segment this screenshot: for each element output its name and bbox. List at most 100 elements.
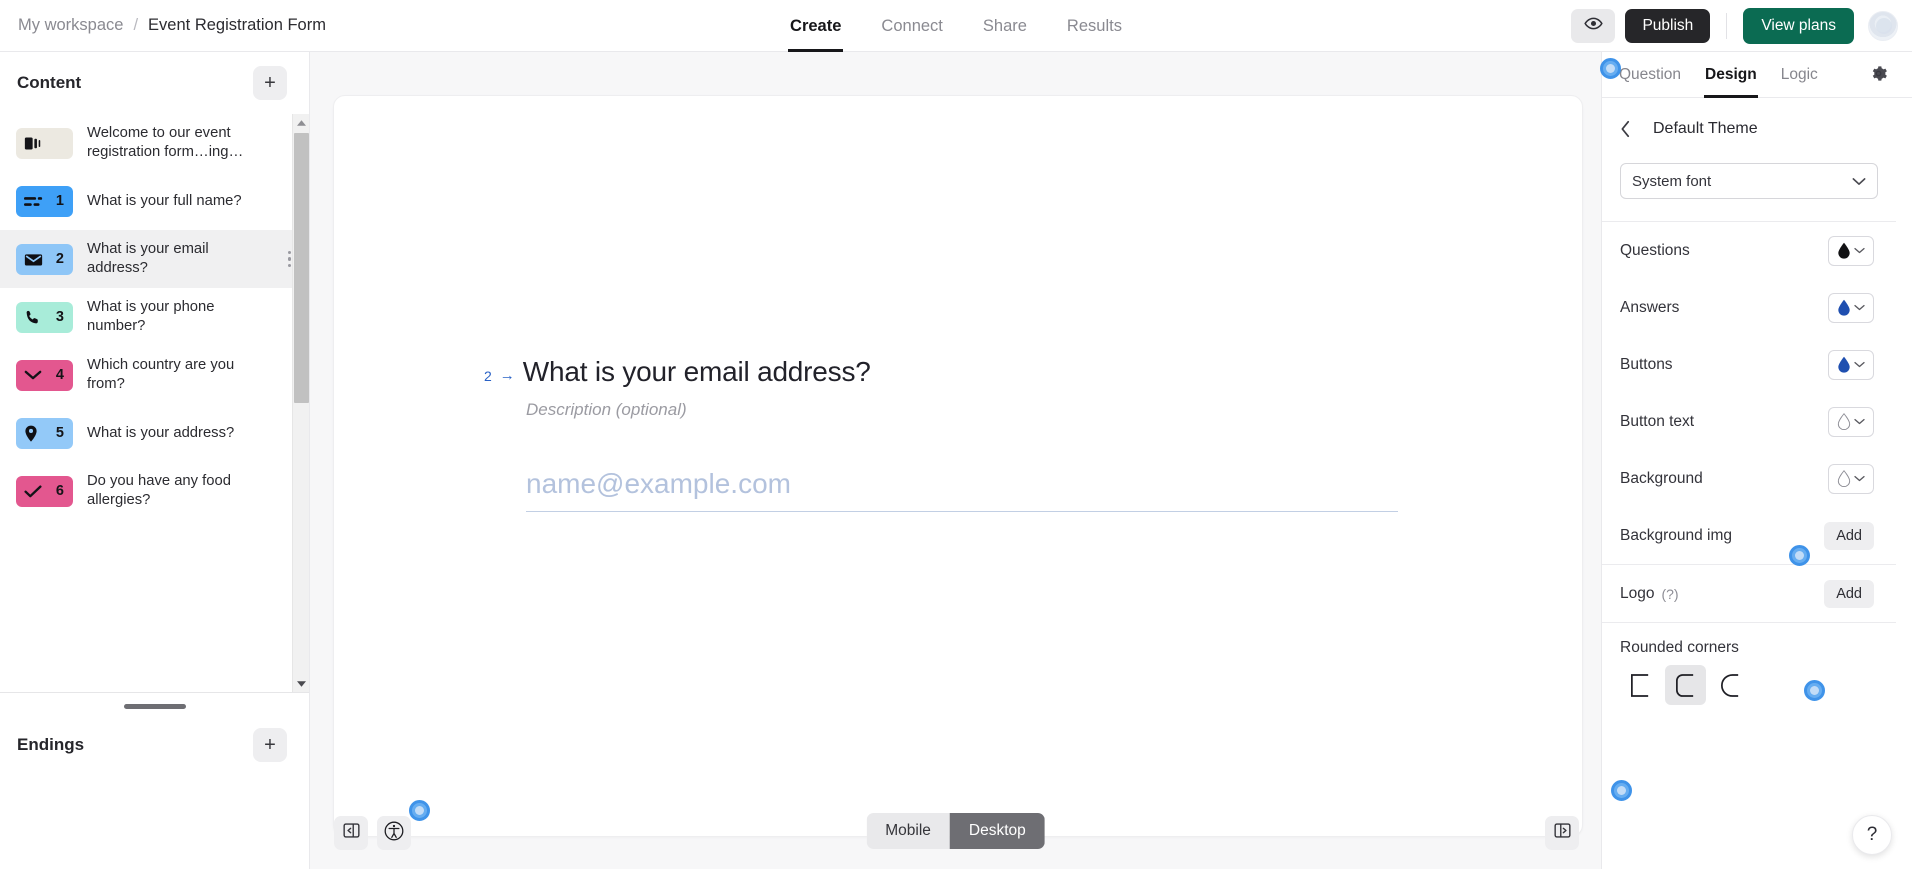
right-panel: Question Design Logic Default Theme Syst… [1601,52,1912,869]
logo-add-button[interactable]: Add [1824,579,1874,608]
question-block: 2 → What is your email address? Descript… [484,356,1398,512]
canvas-area: 2 → What is your email address? Descript… [310,52,1601,869]
option-background-color: Background [1602,450,1896,507]
list-item[interactable]: 6 Do you have any food allergies? [0,462,309,520]
collapse-right-panel-icon [1553,821,1572,845]
list-item-label: What is your phone number? [87,299,215,334]
font-select[interactable]: System font [1620,163,1878,199]
tab-design[interactable]: Design [1704,53,1758,98]
question-number: 2 [484,368,492,384]
option-background-image: Background img Add [1602,507,1896,564]
rounded-corner-option[interactable] [1665,665,1706,705]
question-title[interactable]: What is your email address? [523,356,871,388]
background-img-add-button[interactable]: Add [1824,521,1874,550]
short-text-icon: 1 [16,185,73,217]
list-item[interactable]: 5 What is your address? [0,404,309,462]
collapse-left-panel-button[interactable] [334,816,368,850]
avatar[interactable] [1868,11,1898,41]
tab-share[interactable]: Share [981,2,1029,51]
address-pin-icon: 5 [16,417,73,449]
sidebar-resize-handle[interactable] [123,704,186,709]
view-plans-button[interactable]: View plans [1743,8,1854,44]
scroll-down-arrow-icon[interactable] [293,675,309,692]
option-label: Questions [1620,241,1690,259]
list-item-number: 4 [55,367,64,383]
buttons-color-swatch[interactable] [1828,349,1874,380]
list-item[interactable]: 4 Which country are you from? [0,346,309,404]
option-button-text-color: Button text [1602,393,1896,450]
question-description-input[interactable]: Description (optional) [526,400,1384,420]
publish-button[interactable]: Publish [1625,9,1711,43]
tab-connect[interactable]: Connect [879,2,944,51]
list-item-label: Welcome to our event registration form…i… [87,125,244,160]
top-bar-divider [1726,13,1728,39]
endings-section: Endings + [0,714,309,776]
answers-color-swatch[interactable] [1828,292,1874,323]
content-list-scrollbar[interactable] [292,114,309,692]
logo-help-icon[interactable]: (?) [1661,586,1678,602]
tab-results[interactable]: Results [1065,2,1124,51]
help-button[interactable]: ? [1852,815,1892,855]
questions-color-swatch[interactable] [1828,235,1874,266]
chevron-down-icon [1852,173,1866,190]
device-option-mobile[interactable]: Mobile [866,813,950,849]
tab-create[interactable]: Create [788,2,844,52]
email-icon: 2 [16,243,73,275]
preview-button[interactable] [1571,9,1616,43]
option-label: Background [1620,469,1703,487]
form-preview-card: 2 → What is your email address? Descript… [333,95,1583,837]
design-panel-body: Default Theme System font Questions Answ… [1602,98,1896,869]
logo-label: Logo [1620,584,1655,602]
option-label: Buttons [1620,355,1673,373]
collapse-left-panel-icon [342,821,361,845]
pill-corner-option[interactable] [1710,665,1751,705]
question-arrow-icon: → [499,367,515,384]
add-content-button[interactable]: + [253,66,287,100]
list-item-selected[interactable]: 2 What is your email address? [0,230,309,288]
list-item-menu-button[interactable] [287,251,291,267]
add-ending-button[interactable]: + [253,728,287,762]
tab-logic[interactable]: Logic [1780,53,1819,97]
breadcrumb-form-title[interactable]: Event Registration Form [148,16,326,35]
list-item-label: What is your email address? [87,241,209,276]
accessibility-button[interactable] [377,816,411,850]
list-item[interactable]: Welcome to our event registration form…i… [0,114,309,172]
list-item-number: 6 [55,483,64,499]
dropdown-icon: 4 [16,359,73,391]
tab-question[interactable]: Question [1618,53,1682,97]
scrollbar-thumb[interactable] [294,133,309,403]
collapse-right-panel-button[interactable] [1545,816,1579,850]
breadcrumb: My workspace / Event Registration Form [0,16,326,35]
rounded-corners-section: Rounded corners [1602,623,1896,705]
content-title: Content [17,73,82,92]
background-color-swatch[interactable] [1828,463,1874,494]
option-label: Logo (?) [1620,585,1679,603]
bottom-toolbar: Mobile Desktop [310,797,1601,869]
theme-name: Default Theme [1653,120,1758,137]
button-text-color-swatch[interactable] [1828,406,1874,437]
endings-title: Endings [17,735,85,754]
option-buttons-color: Buttons [1602,336,1896,393]
answer-placeholder-field[interactable]: name@example.com [526,468,1398,512]
option-label: Answers [1620,298,1680,316]
checkbox-icon: 6 [16,475,73,507]
gear-icon[interactable] [1869,64,1888,88]
square-corner-option[interactable] [1620,665,1661,705]
list-item[interactable]: 3 What is your phone number? [0,288,309,346]
breadcrumb-workspace[interactable]: My workspace [18,16,123,35]
endings-panel-header: Endings + [0,714,309,776]
list-item-label: What is your full name? [87,192,242,209]
content-list: Welcome to our event registration form…i… [0,114,309,692]
option-logo: Logo (?) Add [1602,565,1896,622]
phone-icon: 3 [16,301,73,333]
sidebar-divider [0,692,309,693]
list-item[interactable]: 1 What is your full name? [0,172,309,230]
device-option-desktop[interactable]: Desktop [949,813,1045,849]
scroll-up-arrow-icon[interactable] [293,114,309,131]
bottom-toolbar-left [334,816,411,850]
bottom-toolbar-right [1545,816,1579,850]
list-item-label: Do you have any food allergies? [87,473,231,508]
chevron-left-icon[interactable] [1620,120,1631,138]
question-title-row: 2 → What is your email address? [484,356,1384,388]
font-select-value: System font [1632,172,1712,190]
